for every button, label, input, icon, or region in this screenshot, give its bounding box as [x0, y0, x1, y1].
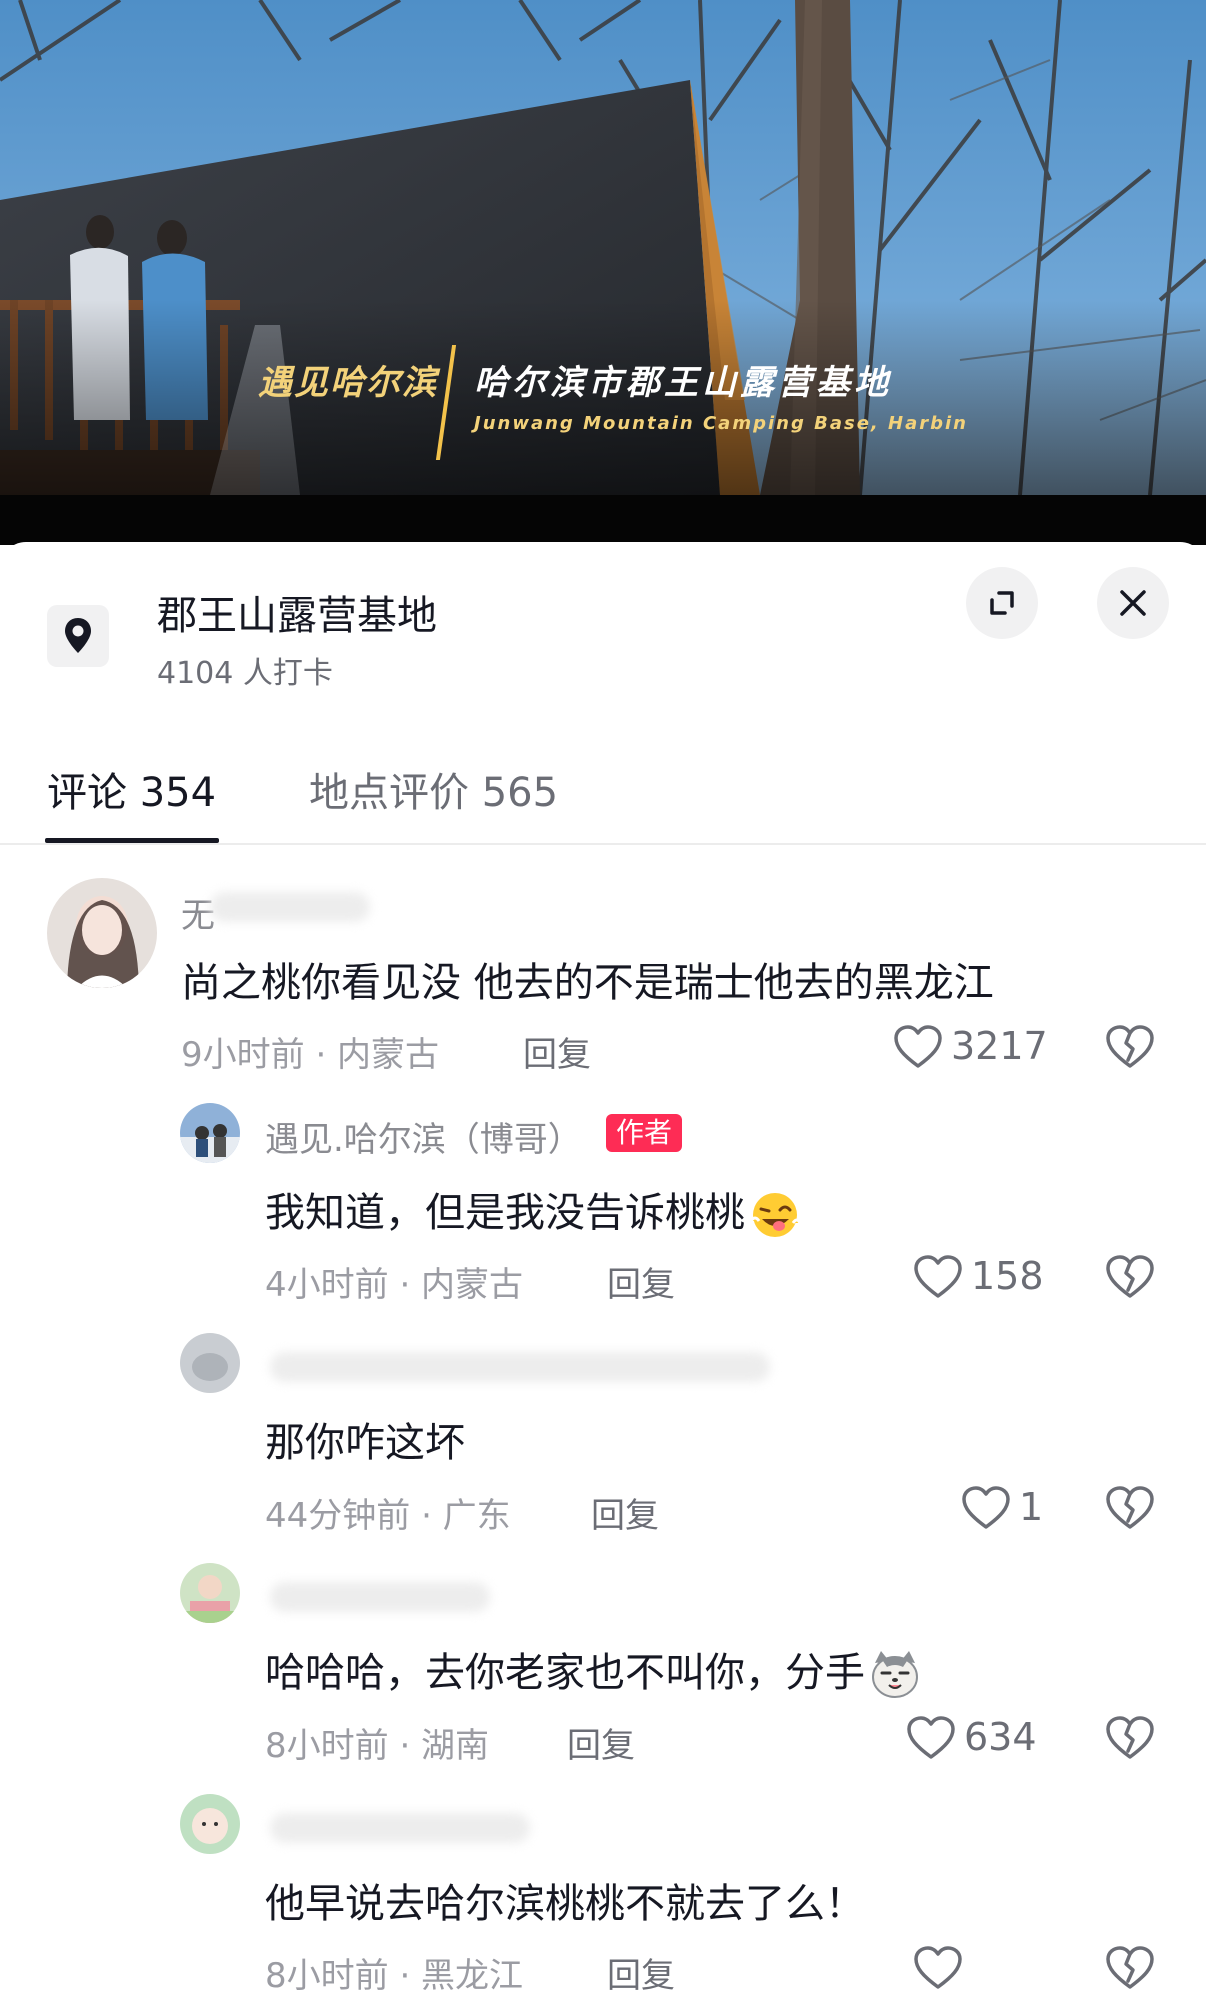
comment-time-location: 4小时前 · 内蒙古 [265, 1265, 524, 1305]
winking-tongue-emoji-icon [749, 1193, 801, 1237]
comment-time-location: 8小时前 · 湖南 [265, 1726, 490, 1766]
author-badge: 作者 [606, 1114, 683, 1152]
video-player[interactable]: 遇见哈尔滨 哈尔滨市郡王山露营基地 Junwang Mountain Campi… [0, 0, 1206, 545]
video-frame-image [0, 0, 1206, 545]
tab-comments[interactable]: 评论 354 [47, 760, 216, 818]
dislike-broken-heart-icon[interactable] [1105, 1024, 1155, 1070]
avatar[interactable] [180, 1794, 240, 1854]
avatar[interactable] [180, 1103, 240, 1163]
close-button[interactable] [1097, 567, 1169, 639]
dislike-broken-heart-icon[interactable] [1105, 1715, 1155, 1761]
reply-button[interactable]: 回复 [567, 1718, 635, 1767]
reply-button[interactable]: 回复 [607, 1257, 675, 1306]
like-count: 158 [971, 1254, 1044, 1298]
like-heart-icon[interactable] [906, 1715, 956, 1761]
comment-text: 哈哈哈，去你老家也不叫你，分手 [265, 1640, 921, 1701]
like-heart-icon[interactable] [913, 1254, 963, 1300]
checkin-count: 4104 人打卡 [157, 656, 333, 691]
expand-icon [990, 591, 1014, 615]
comment-author[interactable]: 无 [181, 888, 215, 937]
avatar[interactable] [180, 1563, 240, 1623]
like-heart-icon[interactable] [913, 1945, 963, 1991]
location-name[interactable]: 郡王山露营基地 [157, 583, 437, 641]
avatar[interactable] [47, 878, 157, 988]
comment-text: 尚之桃你看见没 他去的不是瑞士他去的黑龙江 [181, 960, 994, 1006]
comment-text: 他早说去哈尔滨桃桃不就去了么！ [265, 1881, 865, 1927]
close-icon [1120, 590, 1146, 616]
comment-text: 我知道，但是我没告诉桃桃 [265, 1180, 801, 1241]
location-pin-icon [47, 605, 109, 667]
author-name-redacted [270, 1352, 770, 1382]
like-count: 1 [1019, 1485, 1044, 1529]
like-heart-icon[interactable] [893, 1024, 943, 1070]
dislike-broken-heart-icon[interactable] [1105, 1945, 1155, 1991]
video-caption-english: Junwang Mountain Camping Base, Harbin [474, 413, 968, 434]
tab-reviews[interactable]: 地点评价 565 [309, 760, 558, 818]
dislike-broken-heart-icon[interactable] [1105, 1254, 1155, 1300]
like-heart-icon[interactable] [961, 1485, 1011, 1531]
comment-text-content: 我知道，但是我没告诉桃桃 [265, 1190, 745, 1236]
reply-button[interactable]: 回复 [591, 1488, 659, 1537]
like-count: 634 [964, 1715, 1037, 1759]
comment-text: 那你咋这坏 [265, 1420, 465, 1466]
comment-author[interactable]: 遇见.哈尔滨（博哥） [265, 1112, 582, 1161]
tab-divider [0, 843, 1206, 845]
expand-button[interactable] [966, 567, 1038, 639]
comment-time-location: 8小时前 · 黑龙江 [265, 1956, 524, 1996]
dislike-broken-heart-icon[interactable] [1105, 1485, 1155, 1531]
comment-time-location: 44分钟前 · 广东 [265, 1496, 511, 1536]
cat-face-emoji-icon [872, 1651, 918, 1698]
reply-button[interactable]: 回复 [607, 1948, 675, 1997]
comment-time-location: 9小时前 · 内蒙古 [181, 1035, 440, 1075]
reply-button[interactable]: 回复 [523, 1027, 591, 1076]
video-caption-title: 哈尔滨市郡王山露营基地 [474, 363, 892, 403]
comment-text-content: 哈哈哈，去你老家也不叫你，分手 [265, 1650, 865, 1696]
avatar[interactable] [180, 1333, 240, 1393]
author-name-redacted [270, 1582, 490, 1612]
author-name-redacted [270, 1813, 530, 1843]
author-name-redacted [210, 892, 370, 922]
video-caption-left: 遇见哈尔滨 [258, 363, 438, 403]
like-count: 3217 [951, 1024, 1048, 1068]
